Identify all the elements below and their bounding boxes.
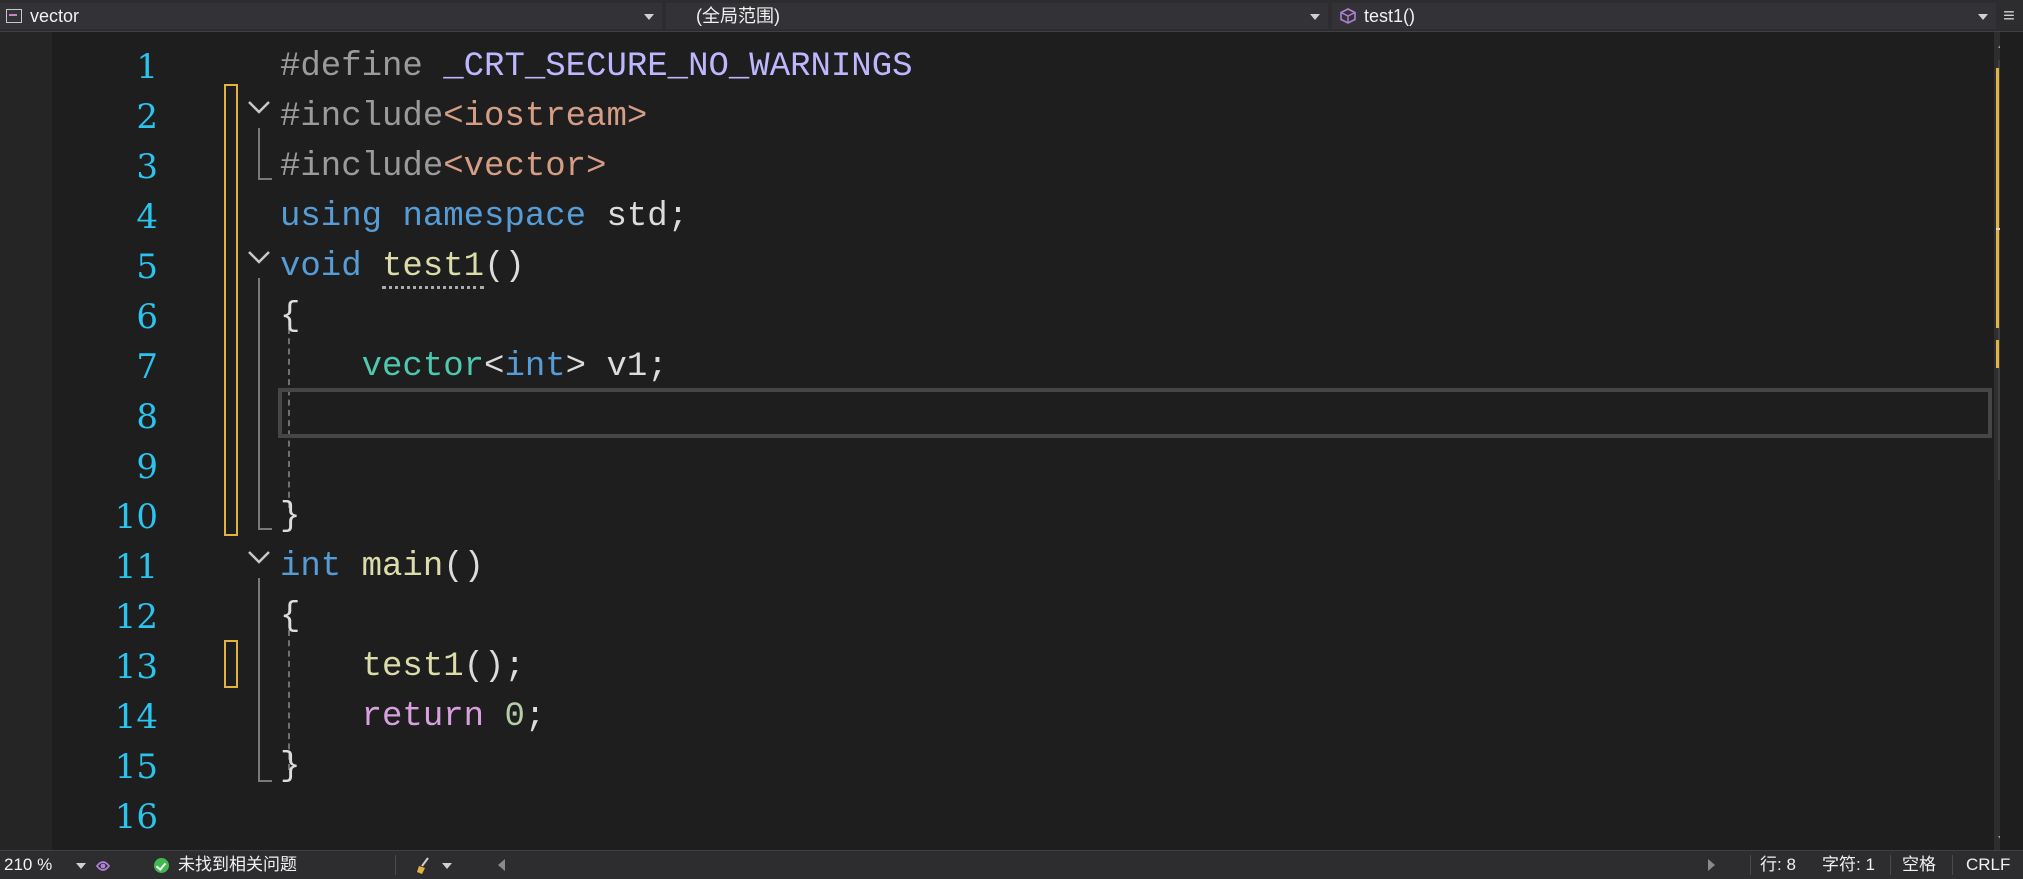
code-line-3: #include<vector> <box>280 142 606 192</box>
line-number: 8 <box>136 397 158 437</box>
column-indicator[interactable]: 字符: 1 <box>1822 851 1875 879</box>
project-dropdown[interactable]: vector <box>0 3 662 29</box>
scroll-down-arrow-icon[interactable] <box>1998 836 2000 844</box>
divider <box>1890 855 1891 875</box>
line-number: 13 <box>114 647 158 687</box>
line-number: 11 <box>114 547 158 587</box>
line-number: 7 <box>136 347 158 387</box>
keyword-namespace: namespace <box>402 198 587 236</box>
code-line-4: using namespace std; <box>280 198 689 236</box>
code-line-13: test1(); <box>361 648 525 686</box>
keyword-int: int <box>504 348 566 386</box>
code-line-7: vector<int> v1; <box>361 348 668 386</box>
change-marker <box>224 84 238 536</box>
function-call-test1: test1 <box>361 648 464 686</box>
line-number: 1 <box>136 47 158 87</box>
type-vector: vector <box>361 348 485 386</box>
check-circle-icon <box>154 858 169 873</box>
line-number: 5 <box>136 247 158 287</box>
chevron-down-icon <box>1978 14 1988 20</box>
vertical-scrollbar[interactable] <box>1994 32 2000 850</box>
line-number: 6 <box>136 297 158 337</box>
scroll-left-arrow-icon[interactable] <box>498 859 505 871</box>
outline-bracket <box>258 278 272 530</box>
code-line-14: return 0; <box>361 698 546 736</box>
line-number: 14 <box>114 697 158 737</box>
line-number: 15 <box>114 747 158 787</box>
split-window-button[interactable]: ≡ <box>1998 4 2020 28</box>
member-name: test1() <box>1364 6 1416 26</box>
project-name: vector <box>30 6 80 26</box>
code-line-1: #define _CRT_SECURE_NO_WARNINGS <box>280 42 913 92</box>
line-number: 2 <box>136 97 158 137</box>
divider <box>1750 855 1751 875</box>
collapse-chevron-icon[interactable] <box>246 244 272 270</box>
intellicode-icon[interactable] <box>94 857 112 875</box>
code-line-11: int main() <box>280 548 485 586</box>
code-editor[interactable]: 1 2 3 4 5 6 7 8 9 10 11 12 13 14 15 16 #… <box>0 32 2000 850</box>
line-number: 4 <box>136 197 158 237</box>
cleanup-dropdown-icon[interactable] <box>442 863 452 869</box>
include-path: <vector> <box>443 148 607 186</box>
zoom-level[interactable]: 210 % <box>4 851 52 879</box>
chevron-down-icon <box>1310 14 1320 20</box>
directive-include: #include <box>280 98 444 136</box>
keyword-void: void <box>280 248 362 286</box>
include-path: <iostream> <box>443 98 648 136</box>
line-number: 9 <box>136 447 158 487</box>
scrollbar-change-mark <box>1996 68 1999 328</box>
function-name-main: main <box>361 548 444 586</box>
directive-include: #include <box>280 148 444 186</box>
scrollbar-change-mark <box>1996 340 1999 368</box>
function-name-test1: test1 <box>382 248 485 289</box>
scope-dropdown[interactable]: (全局范围) <box>666 3 1328 29</box>
method-cube-icon <box>1340 8 1356 24</box>
navigation-bar: vector (全局范围) test1() ≡ <box>0 0 2023 32</box>
member-dropdown[interactable]: test1() <box>1332 3 1996 29</box>
code-line-12: { <box>280 598 301 636</box>
scroll-up-arrow-icon[interactable] <box>1998 40 2000 48</box>
line-ending[interactable]: CRLF <box>1966 851 2010 879</box>
keyword-int: int <box>280 548 342 586</box>
line-number: 10 <box>114 497 158 537</box>
current-line-highlight <box>278 388 1992 438</box>
code-line-2: #include<iostream> <box>280 92 647 142</box>
directive-define: #define <box>280 48 423 86</box>
issues-status[interactable]: 未找到相关问题 <box>178 851 297 879</box>
outline-bracket <box>258 578 272 782</box>
indicator-margin <box>0 32 52 850</box>
collapse-chevron-icon[interactable] <box>246 544 272 570</box>
status-bar: 210 % 未找到相关问题 行: 8 字符: 1 空格 CRLF <box>0 850 2023 879</box>
line-number: 16 <box>114 797 158 837</box>
code-line-15: } <box>280 748 301 786</box>
whitespace-mode[interactable]: 空格 <box>1902 851 1936 879</box>
keyword-return: return <box>361 698 485 736</box>
keyword-using: using <box>280 198 383 236</box>
macro-name: _CRT_SECURE_NO_WARNINGS <box>443 48 913 86</box>
collapse-chevron-icon[interactable] <box>246 94 272 120</box>
chevron-down-icon <box>644 14 654 20</box>
change-marker <box>224 640 238 688</box>
code-line-5: void test1() <box>280 242 525 292</box>
line-number: 12 <box>114 597 158 637</box>
project-icon <box>6 9 22 23</box>
line-number: 3 <box>136 147 158 187</box>
code-line-6: { <box>280 298 301 336</box>
scrollbar-caret-position <box>1996 228 2000 230</box>
divider <box>1952 855 1953 875</box>
divider <box>395 855 396 875</box>
outline-bracket <box>258 128 272 180</box>
brush-icon[interactable] <box>414 856 434 876</box>
code-line-10: } <box>280 498 301 536</box>
scroll-right-arrow-icon[interactable] <box>1708 859 1715 871</box>
split-window-icon: ≡ <box>2003 5 2015 27</box>
number-literal: 0 <box>504 698 525 736</box>
line-indicator[interactable]: 行: 8 <box>1760 851 1796 879</box>
scope-name: (全局范围) <box>696 6 780 26</box>
zoom-dropdown-icon[interactable] <box>76 863 86 869</box>
